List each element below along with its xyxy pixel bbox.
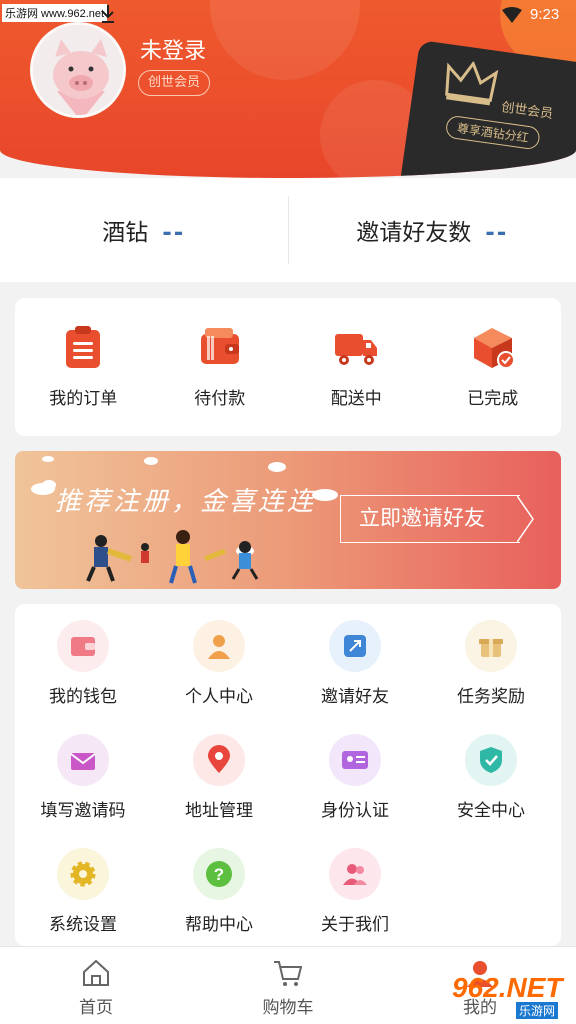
envelope-icon — [57, 734, 109, 786]
service-label: 关于我们 — [321, 915, 389, 935]
tab-label: 购物车 — [262, 998, 314, 1018]
stat-jiuzuan[interactable]: 酒钻 -- — [0, 213, 288, 247]
truck-icon — [335, 334, 378, 365]
invite-banner[interactable]: 推荐注册，金喜连连 立即邀请好友 — [15, 451, 561, 589]
orders-card: 我的订单 待付款 配送中 已完成 — [15, 298, 561, 436]
service-address-management[interactable]: 地址管理 — [151, 734, 287, 821]
site-watermark-sub: 乐游网 — [516, 1002, 559, 1019]
order-completed[interactable]: 已完成 — [425, 298, 562, 436]
service-label: 填写邀请码 — [40, 801, 126, 821]
service-security-center[interactable]: 安全中心 — [423, 734, 559, 821]
service-label: 身份认证 — [321, 801, 389, 821]
invite-friends-button[interactable]: 立即邀请好友 — [340, 495, 520, 543]
order-label: 配送中 — [330, 389, 382, 409]
service-label: 帮助中心 — [185, 915, 253, 935]
service-label: 个人中心 — [185, 687, 253, 707]
service-invite-friends[interactable]: 邀请好友 — [287, 620, 423, 707]
service-my-wallet[interactable]: 我的钱包 — [15, 620, 151, 707]
stats-bar: 酒钻 -- 邀请好友数 -- — [0, 178, 576, 282]
home-icon — [83, 959, 109, 986]
crown-icon — [445, 60, 499, 106]
service-label: 任务奖励 — [457, 687, 525, 707]
site-watermark-text: 962.NET — [452, 972, 563, 1003]
download-icon — [102, 5, 114, 23]
stat-value: -- — [162, 220, 186, 246]
status-watermark: 乐游网 www.962.net — [2, 4, 108, 22]
order-label: 我的订单 — [49, 389, 118, 409]
shield-check-icon — [465, 734, 517, 786]
clipboard-icon — [66, 326, 101, 368]
service-label: 邀请好友 — [321, 687, 389, 707]
service-label: 安全中心 — [457, 801, 525, 821]
person-icon — [193, 620, 245, 672]
service-about-us[interactable]: 关于我们 — [287, 848, 423, 935]
gift-icon — [465, 620, 517, 672]
wallet-icon — [57, 620, 109, 672]
svg-text:?: ? — [214, 865, 224, 884]
users-icon — [329, 848, 381, 900]
service-label: 我的钱包 — [49, 687, 117, 707]
service-personal-center[interactable]: 个人中心 — [151, 620, 287, 707]
stat-value: -- — [485, 220, 509, 246]
arrow-tip-icon — [517, 495, 534, 543]
stat-label: 酒钻 — [102, 220, 149, 246]
service-task-rewards[interactable]: 任务奖励 — [423, 620, 559, 707]
vip-card[interactable]: 创世会员 尊享酒钻分红 — [397, 40, 576, 178]
service-enter-invite-code[interactable]: 填写邀请码 — [15, 734, 151, 821]
service-identity-verification[interactable]: 身份认证 — [287, 734, 423, 821]
profile-header: 乐游网 www.962.net 9:23 未登录 创世会员 创世会员 尊享酒钻分… — [0, 0, 576, 178]
tab-cart[interactable]: 购物车 — [192, 947, 384, 1024]
id-card-icon — [329, 734, 381, 786]
cart-icon — [274, 961, 303, 986]
stat-invited-friends[interactable]: 邀请好友数 -- — [289, 213, 576, 247]
avatar[interactable] — [30, 22, 126, 118]
share-icon — [329, 620, 381, 672]
location-pin-icon — [193, 734, 245, 786]
pig-avatar-icon — [33, 25, 123, 115]
order-pending-payment[interactable]: 待付款 — [152, 298, 289, 436]
wifi-icon — [502, 7, 522, 23]
member-badge: 创世会员 — [138, 70, 211, 96]
question-icon: ? — [193, 848, 245, 900]
status-time: 9:23 — [530, 6, 560, 23]
service-system-settings[interactable]: 系统设置 — [15, 848, 151, 935]
tab-home[interactable]: 首页 — [0, 947, 192, 1024]
banner-slogan: 推荐注册，金喜连连 — [55, 487, 317, 517]
stat-label: 邀请好友数 — [356, 220, 472, 246]
username[interactable]: 未登录 — [140, 33, 206, 65]
order-my-orders[interactable]: 我的订单 — [15, 298, 152, 436]
vip-card-title: 创世会员 — [500, 100, 554, 123]
box-check-icon — [473, 328, 515, 369]
tab-label: 首页 — [79, 998, 113, 1018]
service-help-center[interactable]: ? 帮助中心 — [151, 848, 287, 935]
celebrating-people-icon — [86, 530, 259, 584]
service-label: 系统设置 — [49, 915, 117, 935]
service-label: 地址管理 — [185, 801, 253, 821]
wallet-icon — [200, 328, 239, 364]
order-in-delivery[interactable]: 配送中 — [288, 298, 425, 436]
vip-card-slogan: 尊享酒钻分红 — [444, 114, 541, 151]
services-grid: 我的钱包 个人中心 邀请好友 任务奖励 填写邀请码 地址管理 身份认证 安全中心… — [15, 604, 561, 946]
order-label: 待付款 — [194, 389, 246, 409]
order-label: 已完成 — [467, 389, 519, 409]
gear-icon — [57, 848, 109, 900]
